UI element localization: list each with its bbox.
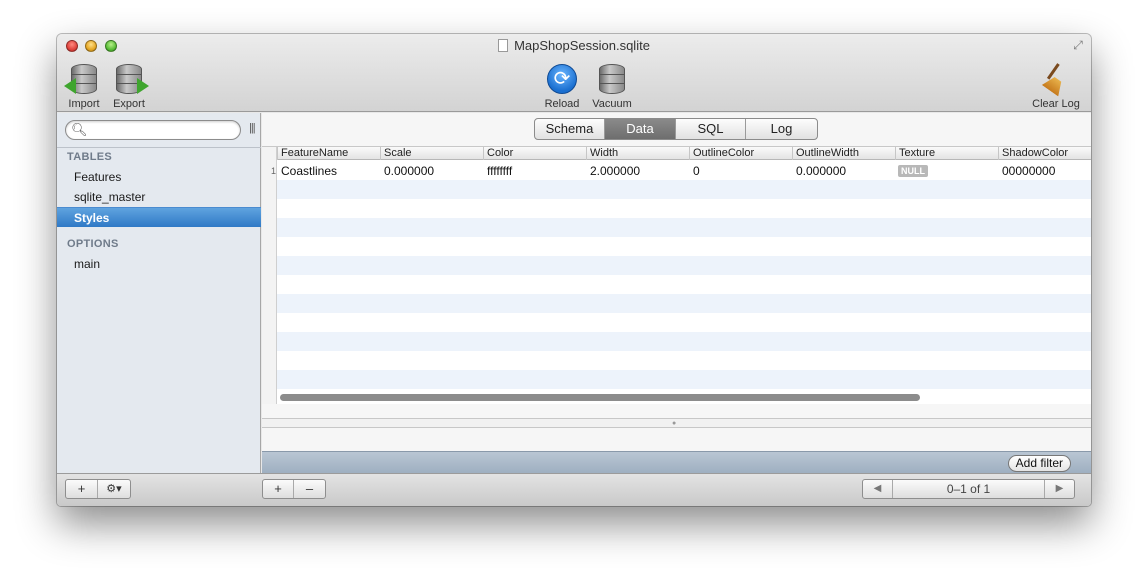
tables-section-header: TABLES <box>67 151 112 163</box>
vacuum-icon <box>596 64 628 96</box>
fullscreen-icon[interactable]: ⤢ <box>1071 38 1085 52</box>
filter-bar: Add filter <box>262 451 1091 474</box>
column-header[interactable]: Width <box>586 147 689 160</box>
sidebar-separator <box>57 147 261 148</box>
add-row-button[interactable]: + <box>263 480 294 498</box>
tab-data[interactable]: Data <box>605 119 676 139</box>
table-cell[interactable]: 2.000000 <box>590 162 640 180</box>
add-filter-button[interactable]: Add filter <box>1007 455 1071 472</box>
gear-menu-button[interactable]: ⚙▾ <box>98 480 130 498</box>
column-header[interactable]: Color <box>483 147 586 160</box>
tab-log[interactable]: Log <box>746 119 817 139</box>
page-info: 0–1 of 1 <box>946 482 991 496</box>
column-header[interactable]: ShadowColor <box>998 147 1091 160</box>
reload-label: Reload <box>544 98 580 110</box>
clear-log-button[interactable]: Clear Log <box>1029 63 1083 110</box>
tab-schema[interactable]: Schema <box>535 119 605 139</box>
column-header[interactable]: Scale <box>380 147 483 160</box>
next-page-button[interactable]: ▶ <box>1044 480 1074 498</box>
sidebar-item-styles[interactable]: Styles <box>57 207 261 227</box>
tab-sql[interactable]: SQL <box>676 119 746 139</box>
import-label: Import <box>68 98 100 110</box>
document-icon <box>498 39 509 52</box>
table-cell[interactable]: 00000000 <box>1002 162 1055 180</box>
table-cell[interactable]: 0.000000 <box>384 162 434 180</box>
table-cell-null[interactable]: NULL <box>898 162 928 180</box>
row-number-gutter: 1 <box>262 147 277 404</box>
reload-icon: ⟳ <box>546 64 578 96</box>
null-badge: NULL <box>898 165 928 177</box>
window-title-wrap: MapShopSession.sqlite <box>57 38 1091 53</box>
table-cell[interactable]: Coastlines <box>281 162 337 180</box>
vacuum-button[interactable]: Vacuum <box>590 64 634 110</box>
options-section-header: OPTIONS <box>67 238 119 250</box>
search-field[interactable]: 🔍︎ <box>65 120 241 140</box>
add-table-button[interactable]: + <box>66 480 98 498</box>
reload-button[interactable]: ⟳ Reload <box>543 64 581 110</box>
sidebar-item-main[interactable]: main <box>57 254 261 274</box>
export-button[interactable]: Export <box>110 64 149 110</box>
column-header[interactable]: OutlineColor <box>689 147 792 160</box>
remove-row-button[interactable]: – <box>294 480 325 498</box>
sidebar-item-sqlite-master[interactable]: sqlite_master <box>57 187 261 207</box>
table-cell[interactable]: ffffffff <box>487 162 512 180</box>
table-cell[interactable]: 0 <box>693 162 700 180</box>
search-input[interactable] <box>86 123 234 137</box>
import-button[interactable]: Import <box>64 64 103 110</box>
column-header[interactable]: FeatureName <box>277 147 380 160</box>
row-actions: + – <box>262 479 326 499</box>
divider-grip-icon: ● <box>672 420 677 427</box>
bottom-bar: + ⚙▾ + – ◀ 0–1 of 1 ▶ <box>57 473 1091 506</box>
window-title: MapShopSession.sqlite <box>514 38 650 53</box>
split-divider[interactable]: ● <box>262 418 1091 428</box>
export-label: Export <box>113 98 145 110</box>
split-handle-icon[interactable]: ||| <box>249 122 256 134</box>
sidebar-item-features[interactable]: Features <box>57 167 261 187</box>
data-grid[interactable]: 1 FeatureName Scale Color Width OutlineC… <box>262 146 1091 404</box>
previous-page-button[interactable]: ◀ <box>863 480 893 498</box>
clear-log-label: Clear Log <box>1032 98 1080 110</box>
sidebar-actions: + ⚙▾ <box>65 479 131 499</box>
pagination: ◀ 0–1 of 1 ▶ <box>862 479 1075 499</box>
row-number: 1 <box>270 166 276 176</box>
horizontal-scrollbar[interactable] <box>280 394 920 401</box>
titlebar-toolbar: MapShopSession.sqlite ⤢ Import Export ⟳ … <box>57 34 1091 112</box>
app-window: MapShopSession.sqlite ⤢ Import Export ⟳ … <box>57 34 1091 506</box>
main-panel: Schema Data SQL Log 1 FeatureName Scale … <box>262 113 1091 474</box>
sidebar: 🔍︎ ||| TABLES Features sqlite_master Sty… <box>57 113 261 473</box>
import-icon <box>64 64 100 96</box>
grid-header: FeatureName Scale Color Width OutlineCol… <box>277 147 1091 160</box>
view-tabs: Schema Data SQL Log <box>534 118 818 140</box>
export-icon <box>113 64 149 96</box>
table-cell[interactable]: 0.000000 <box>796 162 846 180</box>
column-header[interactable]: Texture <box>895 147 998 160</box>
vacuum-label: Vacuum <box>592 98 632 110</box>
broom-icon <box>1040 63 1072 96</box>
column-header[interactable]: OutlineWidth <box>792 147 895 160</box>
